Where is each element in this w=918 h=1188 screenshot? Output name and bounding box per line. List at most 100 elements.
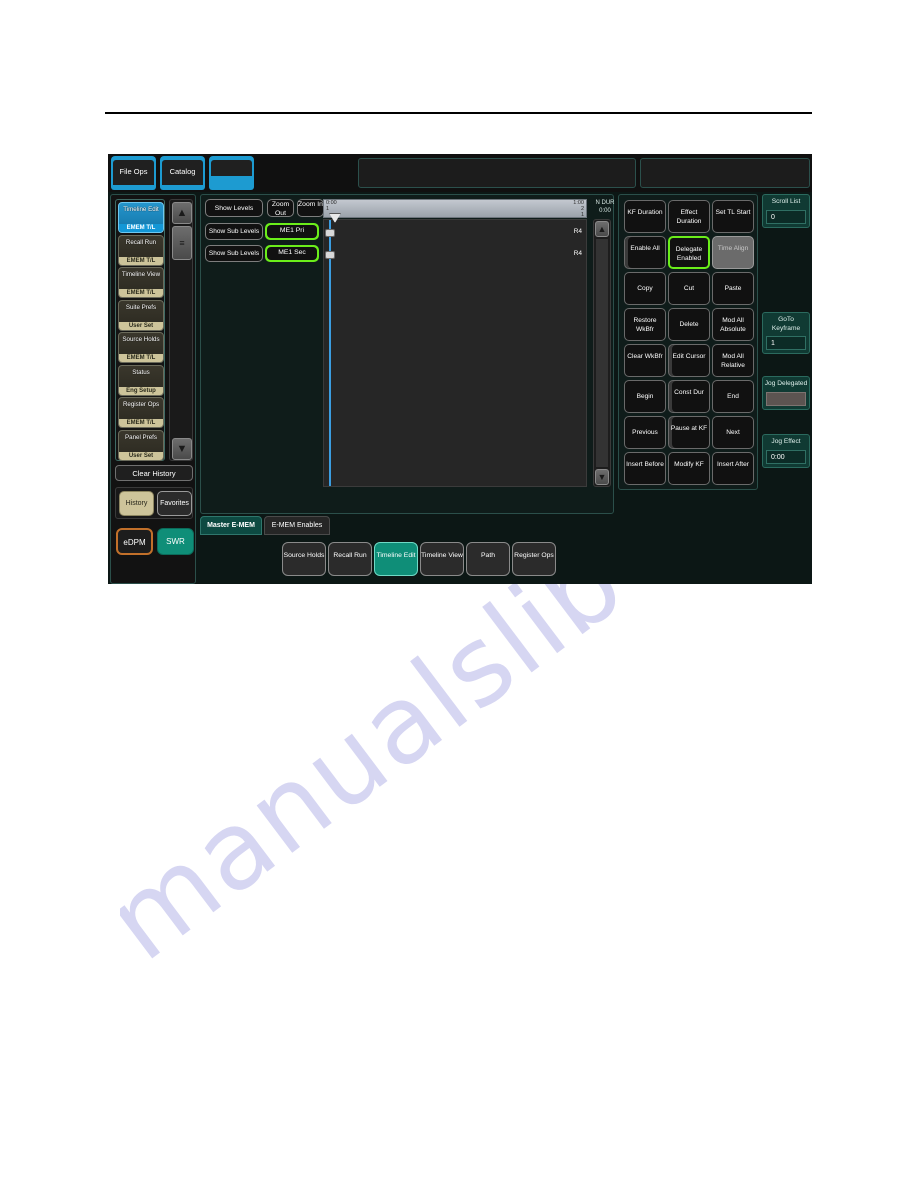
n-dur-readout: N DUR 0:00 [591, 199, 619, 215]
button-enable-all[interactable]: Enable All [624, 236, 666, 269]
top-tab-blank[interactable] [209, 156, 254, 190]
history-button[interactable]: History [119, 491, 154, 516]
timeline-scroll-track[interactable] [596, 239, 608, 467]
sidebar-item-label: Register Ops [122, 401, 160, 408]
button-copy[interactable]: Copy [624, 272, 666, 305]
swr-button[interactable]: SWR [157, 528, 194, 555]
timeline-scroll-down-icon[interactable]: ▼ [595, 469, 609, 485]
button-paste[interactable]: Paste [712, 272, 754, 305]
timeline-cursor-handle-icon[interactable] [329, 213, 341, 223]
history-favorites-group: History Favorites [115, 487, 193, 519]
ruler-start-frame: 1 [326, 206, 330, 212]
zoom-out-button[interactable]: Zoom Out [267, 199, 294, 217]
button-delegate-enabled[interactable]: Delegate Enabled [668, 236, 710, 269]
button-cut[interactable]: Cut [668, 272, 710, 305]
mode-button-group: eDPM SWR [113, 525, 199, 559]
sidebar-item-timeline-edit[interactable]: Timeline Edit EMEM T/L [118, 202, 164, 233]
lane-chip-me1-pri[interactable]: ME1 Pri [265, 223, 319, 240]
button-modify-kf[interactable]: Modify KF [668, 452, 710, 485]
sidebar-item-timeline-view[interactable]: Timeline View EMEM T/L [118, 267, 164, 298]
lane-chip-label: ME1 Sec [267, 247, 317, 260]
scroll-up-icon[interactable]: ▲ [172, 202, 192, 224]
jog-effect-control[interactable]: Jog Effect 0:00 [762, 434, 810, 468]
jog-effect-value[interactable]: 0:00 [766, 449, 806, 464]
sidebar-item-recall-run[interactable]: Recall Run EMEM T/L [118, 234, 164, 266]
sidebar-item-panel-prefs[interactable]: Panel Prefs User Set [118, 429, 164, 461]
button-clear-wkbfr[interactable]: Clear WkBfr [624, 344, 666, 377]
edpm-button[interactable]: eDPM [116, 528, 153, 555]
top-tab-catalog[interactable]: Catalog [160, 156, 205, 190]
timeline-scroll-up-icon[interactable]: ▲ [595, 221, 609, 237]
application-button-row: User Setups File Ops E-MEM & Timeline Ma… [200, 538, 812, 582]
button-kf-duration[interactable]: KF Duration [624, 200, 666, 233]
top-display-panel-right [640, 158, 810, 188]
timeline-track-area[interactable]: R4 R4 [323, 213, 587, 487]
lane-chip-me1-sec[interactable]: ME1 Sec [265, 245, 319, 262]
scroll-down-icon[interactable]: ▼ [172, 438, 192, 460]
button-mod-all-relative[interactable]: Mod All Relative [712, 344, 754, 377]
button-pause-at-kf[interactable]: Pause at KF [668, 416, 710, 449]
timeline-vertical-scrollbar[interactable]: ▲ ▼ [593, 219, 611, 487]
keyframe-marker[interactable] [325, 229, 335, 237]
button-delete[interactable]: Delete [668, 308, 710, 341]
sidebar-item-status[interactable]: Status Eng Setup [118, 364, 164, 396]
sidebar-item-suite-prefs[interactable]: Suite Prefs User Set [118, 299, 164, 331]
app-body: Timeline Edit EMEM T/L Recall Run EMEM T… [108, 192, 812, 584]
goto-keyframe-control[interactable]: GoTo Keyframe 1 [762, 312, 810, 355]
sidebar-item-sublabel: User Set [119, 321, 163, 330]
show-sub-levels-button-1[interactable]: Show Sub Levels [205, 223, 263, 240]
button-effect-duration[interactable]: Effect Duration [668, 200, 710, 233]
sidebar-item-register-ops[interactable]: Register Ops EMEM T/L [118, 397, 164, 428]
ruler-end-frame-b: 1 [580, 212, 584, 218]
button-restore-wkbfr[interactable]: Restore WkBfr [624, 308, 666, 341]
tab-master-e-mem[interactable]: Master E-MEM [200, 516, 262, 535]
sidebar-item-sublabel: EMEM T/L [119, 354, 163, 362]
watermark: manualslib [120, 560, 880, 980]
scroll-list-control[interactable]: Scroll List 0 [762, 194, 810, 228]
show-sub-levels-button-2[interactable]: Show Sub Levels [205, 245, 263, 262]
button-insert-before[interactable]: Insert Before [624, 452, 666, 485]
button-mod-all-absolute[interactable]: Mod All Absolute [712, 308, 754, 341]
favorites-button[interactable]: Favorites [157, 491, 192, 516]
button-time-align[interactable]: Time Align [712, 236, 754, 269]
goto-keyframe-label: GoTo Keyframe [771, 316, 801, 332]
sidebar-item-sublabel: EMEM T/L [119, 419, 163, 427]
zoom-in-button[interactable]: Zoom In [297, 199, 324, 217]
button-const-dur[interactable]: Const Dur [668, 380, 710, 413]
tab-e-mem-enables[interactable]: E-MEM Enables [264, 516, 330, 535]
sidebar-item-sublabel: EMEM T/L [119, 224, 163, 232]
button-previous[interactable]: Previous [624, 416, 666, 449]
scroll-list-value[interactable]: 0 [766, 209, 806, 224]
button-set-tl-start[interactable]: Set TL Start [712, 200, 754, 233]
top-tab-strip: File Ops Catalog [108, 154, 812, 192]
button-insert-after[interactable]: Insert After [712, 452, 754, 485]
sidebar-scrollbar[interactable]: ▲ ≡ ▼ [169, 199, 193, 461]
scroll-thumb-handle[interactable]: ≡ [172, 226, 192, 260]
sidebar-item-label: Timeline Edit [123, 206, 159, 213]
timeline-cursor[interactable] [329, 213, 341, 486]
jog-delegated-control[interactable]: Jog Delegated [762, 376, 810, 410]
sidebar-item-sublabel: EMEM T/L [119, 256, 163, 265]
show-levels-button[interactable]: Show Levels [205, 199, 263, 217]
jog-delegated-label: Jog Delegated [764, 380, 808, 387]
top-tab-file-ops[interactable]: File Ops [111, 156, 156, 190]
timeline-ruler[interactable]: 0:00 1 1:00 2 1 [323, 199, 587, 218]
button-begin[interactable]: Begin [624, 380, 666, 413]
top-tab-label [211, 160, 252, 176]
sidebar-item-label: Panel Prefs [125, 433, 157, 441]
sidebar-item-source-holds[interactable]: Source Holds EMEM T/L [118, 332, 164, 363]
lane-register-tag: R4 [573, 228, 582, 235]
keyframe-marker[interactable] [325, 251, 335, 259]
sidebar-item-label: Suite Prefs [125, 303, 157, 311]
parameter-column: Scroll List 0 GoTo Keyframe 1 Jog Delega… [762, 194, 810, 490]
clear-history-button[interactable]: Clear History [115, 465, 193, 481]
sidebar-menu-list[interactable]: Timeline Edit EMEM T/L Recall Run EMEM T… [115, 199, 165, 461]
button-next[interactable]: Next [712, 416, 754, 449]
sidebar-item-label: Timeline View [121, 271, 161, 278]
button-edit-cursor[interactable]: Edit Cursor [668, 344, 710, 377]
goto-keyframe-value[interactable]: 1 [766, 336, 806, 351]
sidebar-item-sublabel: User Set [119, 451, 163, 460]
jog-delegated-value[interactable] [766, 391, 806, 406]
lane-register-tag: R4 [573, 250, 582, 257]
button-end[interactable]: End [712, 380, 754, 413]
